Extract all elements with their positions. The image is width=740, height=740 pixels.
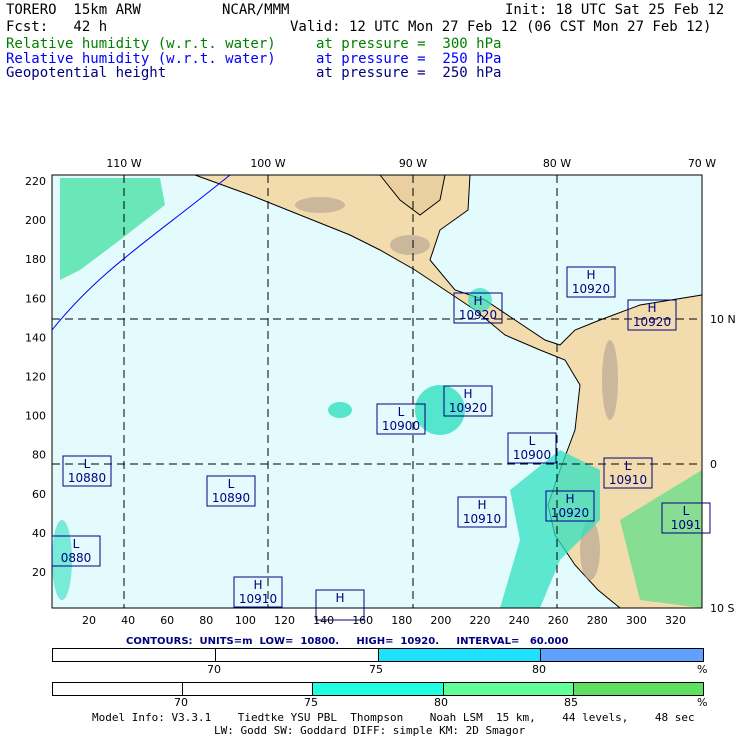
org-label: NCAR/MMM bbox=[222, 2, 290, 18]
footer-line-1: Model Info: V3.3.1 Tiedtke YSU PBL Thomp… bbox=[92, 711, 695, 724]
legend-label: 75 bbox=[369, 663, 383, 676]
legend-label: % bbox=[697, 696, 708, 709]
center-value: 10920 bbox=[459, 308, 497, 322]
weather-map: 110 W 100 W 90 W 80 W 70 W 10 N 0 10 S 20 40 60 80 1… bbox=[25, 157, 736, 627]
field-3-name: Geopotential height bbox=[6, 65, 167, 81]
center-type: L bbox=[398, 405, 405, 419]
left-axis-label: 120 bbox=[25, 371, 46, 384]
top-axis-label: 110 W bbox=[106, 157, 141, 170]
bottom-axis-label: 300 bbox=[626, 614, 647, 627]
top-axis-label: 100 W bbox=[250, 157, 285, 170]
center-value: 1091 bbox=[671, 518, 702, 532]
legend-swatch bbox=[215, 649, 379, 661]
init-time: Init: 18 UTC Sat 25 Feb 12 bbox=[505, 2, 725, 18]
left-axis-label: 40 bbox=[32, 527, 46, 540]
legend-label: 80 bbox=[434, 696, 448, 709]
center-type: H bbox=[253, 578, 262, 592]
field-1-level: at pressure = 300 hPa bbox=[316, 36, 502, 52]
bottom-axis-label: 320 bbox=[665, 614, 686, 627]
right-axis-label: 10 N bbox=[710, 313, 736, 326]
contour-info: CONTOURS: UNITS=m LOW= 10800. HIGH= 1092… bbox=[126, 636, 569, 647]
center-value: 10900 bbox=[513, 448, 551, 462]
field-3-level: at pressure = 250 hPa bbox=[316, 65, 502, 81]
model-title: TORERO 15km ARW bbox=[6, 2, 141, 18]
legend-label: 80 bbox=[532, 663, 546, 676]
field-1-name: Relative humidity (w.r.t. water) bbox=[6, 36, 276, 52]
legend-swatch bbox=[378, 649, 542, 661]
center-value: 10920 bbox=[449, 401, 487, 415]
left-axis-label: 60 bbox=[32, 488, 46, 501]
left-axis-label: 140 bbox=[25, 331, 46, 344]
center-value: 10890 bbox=[212, 491, 250, 505]
center-value: 10920 bbox=[551, 506, 589, 520]
center-type: L bbox=[683, 504, 690, 518]
forecast-hour: Fcst: 42 h bbox=[6, 19, 108, 35]
right-axis-label: 10 S bbox=[710, 602, 734, 615]
legend-swatch bbox=[573, 683, 704, 695]
center-value: 0880 bbox=[61, 551, 92, 565]
center-type: H bbox=[477, 498, 486, 512]
legend-swatch bbox=[313, 683, 444, 695]
center-value: 10900 bbox=[382, 419, 420, 433]
footer-line-2: LW: Godd SW: Goddard DIFF: simple KM: 2D… bbox=[214, 724, 526, 737]
center-type: H bbox=[473, 294, 482, 308]
center-type: H bbox=[335, 591, 344, 605]
top-axis-label: 70 W bbox=[688, 157, 716, 170]
center-type: L bbox=[625, 459, 632, 473]
legend-label: 85 bbox=[564, 696, 578, 709]
bottom-axis-label: 40 bbox=[121, 614, 135, 627]
center-value: 10880 bbox=[68, 471, 106, 485]
legend-swatch bbox=[53, 683, 184, 695]
center-type: L bbox=[228, 477, 235, 491]
bottom-axis-label: 120 bbox=[274, 614, 295, 627]
bottom-axis-label: 200 bbox=[430, 614, 451, 627]
legend-swatch bbox=[541, 649, 703, 661]
left-axis-label: 20 bbox=[32, 566, 46, 579]
left-axis-label: 160 bbox=[25, 292, 46, 305]
bottom-axis-label: 20 bbox=[82, 614, 96, 627]
legend-swatch bbox=[443, 683, 574, 695]
bottom-axis-label: 80 bbox=[199, 614, 213, 627]
legend-label: 75 bbox=[304, 696, 318, 709]
bottom-axis-label: 240 bbox=[509, 614, 530, 627]
legend-swatch bbox=[183, 683, 314, 695]
legend-bar-250hpa bbox=[52, 648, 704, 662]
center-type: H bbox=[565, 492, 574, 506]
center-type: L bbox=[529, 434, 536, 448]
bottom-axis-label: 260 bbox=[548, 614, 569, 627]
legend-swatch bbox=[53, 649, 216, 661]
left-axis-label: 220 bbox=[25, 175, 46, 188]
center-value: 10910 bbox=[239, 592, 277, 606]
left-axis-label: 100 bbox=[25, 410, 46, 423]
top-axis-label: 90 W bbox=[399, 157, 427, 170]
center-value: 10910 bbox=[463, 512, 501, 526]
legend-label: % bbox=[697, 663, 708, 676]
bottom-axis-label: 280 bbox=[587, 614, 608, 627]
left-axis-label: 180 bbox=[25, 253, 46, 266]
center-value: 10920 bbox=[633, 315, 671, 329]
top-axis-label: 80 W bbox=[543, 157, 571, 170]
legend-label: 70 bbox=[207, 663, 221, 676]
center-type: H bbox=[586, 268, 595, 282]
center-type: L bbox=[84, 457, 91, 471]
bottom-axis-label: 220 bbox=[470, 614, 491, 627]
center-type: L bbox=[73, 537, 80, 551]
legend-bar-300hpa bbox=[52, 682, 704, 696]
legend-label: 70 bbox=[174, 696, 188, 709]
center-value: 10910 bbox=[609, 473, 647, 487]
valid-time: Valid: 12 UTC Mon 27 Feb 12 (06 CST Mon … bbox=[290, 19, 712, 35]
center-type: H bbox=[647, 301, 656, 315]
left-axis-label: 80 bbox=[32, 449, 46, 462]
bottom-axis-label: 60 bbox=[160, 614, 174, 627]
center-value: 10920 bbox=[572, 282, 610, 296]
bottom-axis-label: 100 bbox=[235, 614, 256, 627]
left-axis-label: 200 bbox=[25, 214, 46, 227]
right-axis-label: 0 bbox=[710, 458, 717, 471]
bottom-axis-label: 180 bbox=[391, 614, 412, 627]
center-type: H bbox=[463, 387, 472, 401]
